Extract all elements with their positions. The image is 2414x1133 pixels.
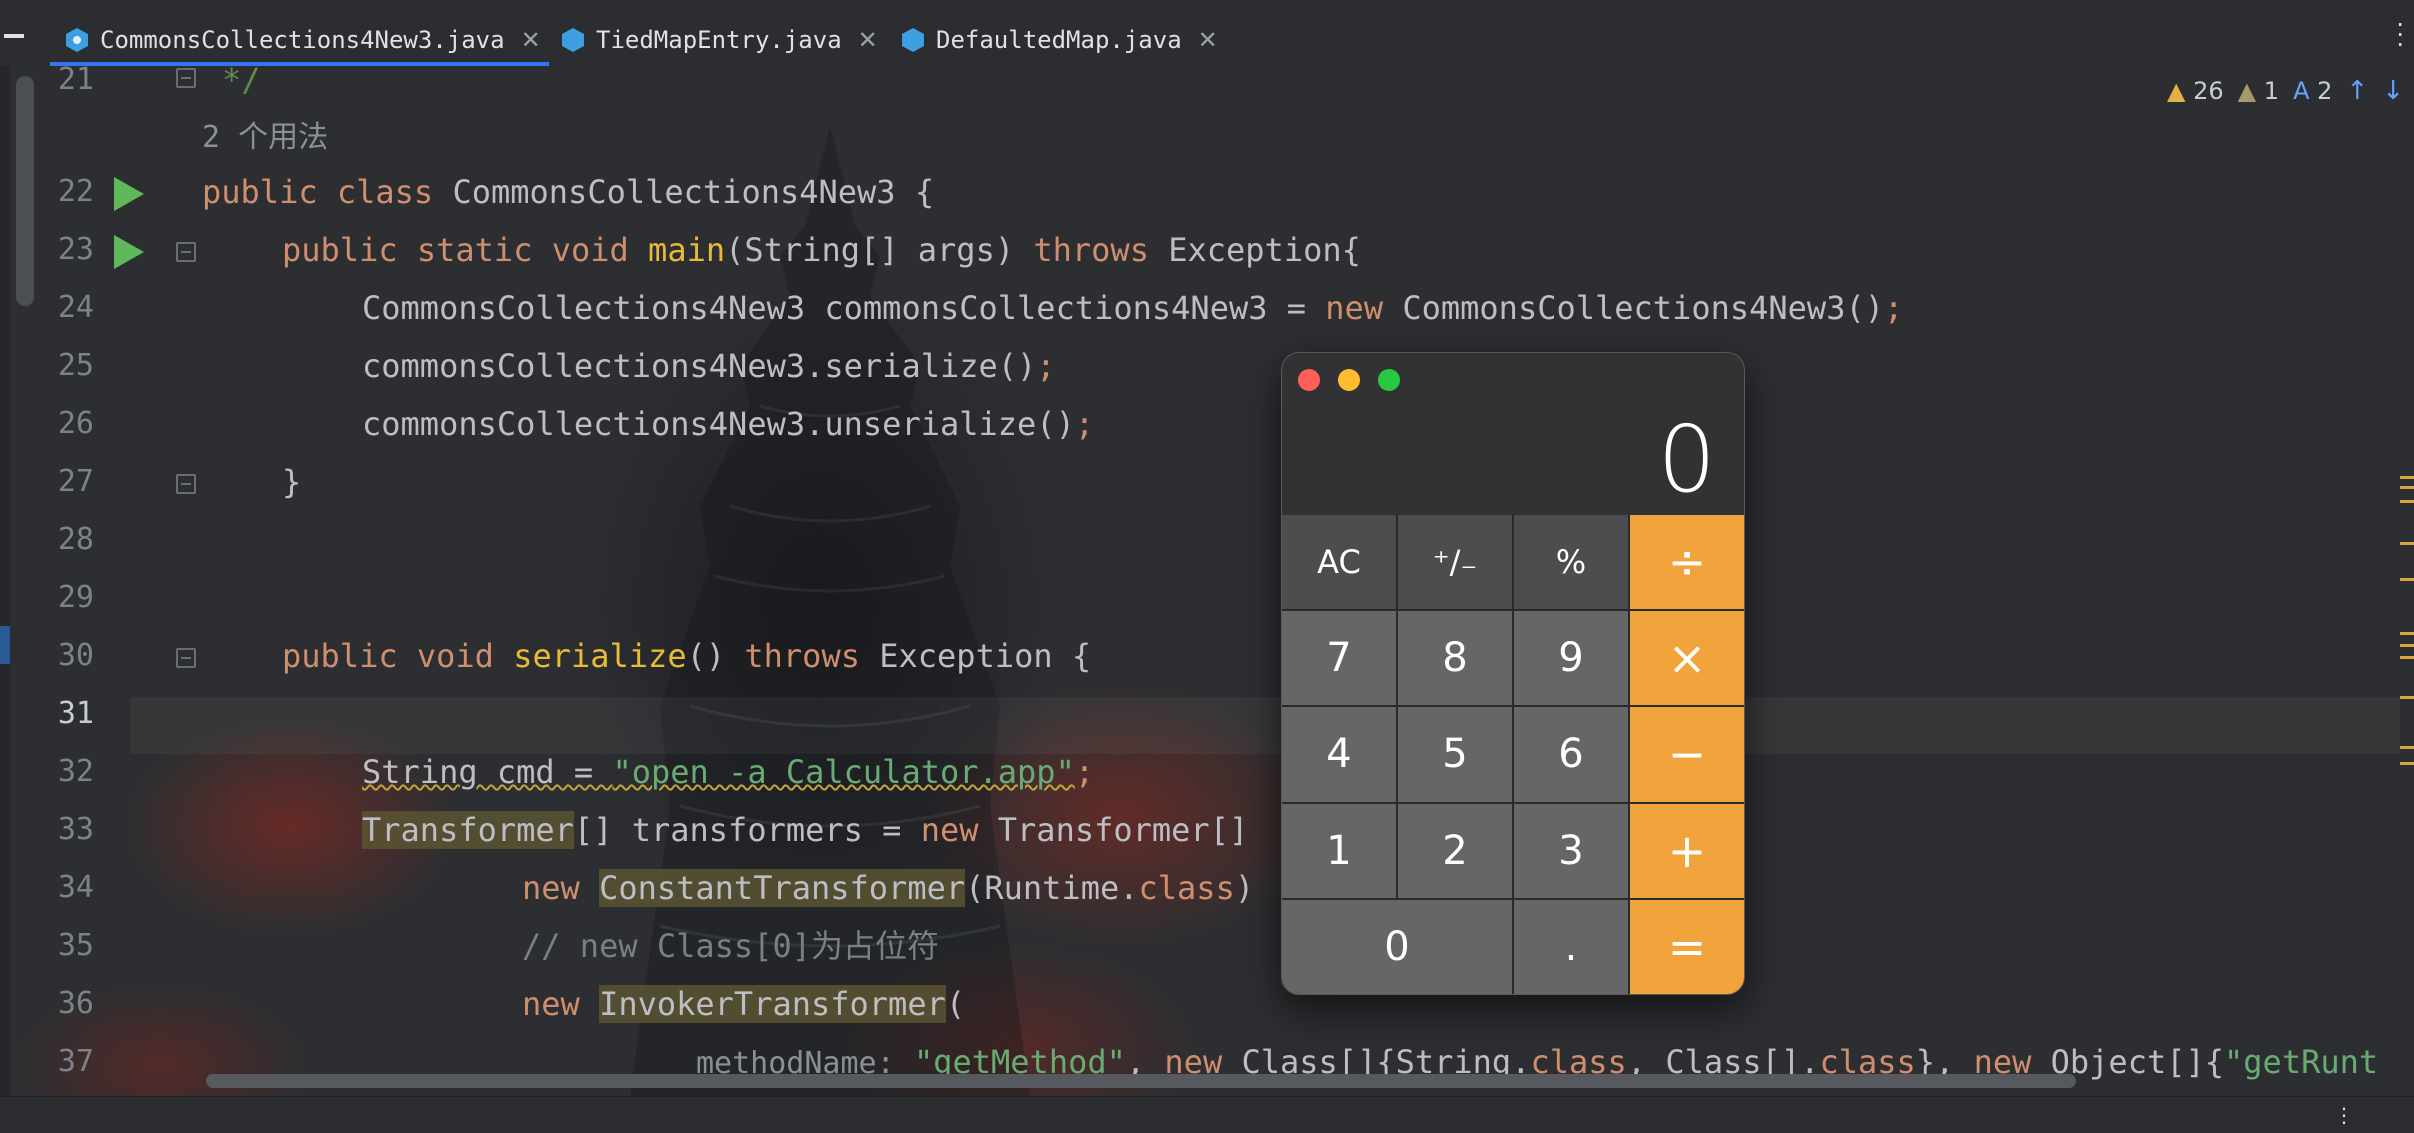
calculator-keypad: AC ⁺∕₋ % ÷ 7 8 9 × 4 5 6 − 1 2 3 + 0 . = (1282, 515, 1744, 994)
line-number: 36 (57, 986, 94, 1021)
code-line-30: public void serialize() throws Exception… (282, 637, 1092, 675)
code-line-22: public class CommonsCollections4New3 { (202, 173, 935, 211)
previous-highlight-arrow-icon[interactable]: ↑ (2346, 76, 2368, 106)
weak-warning-count[interactable]: ▲ 1 (2238, 77, 2279, 105)
digit-4-button[interactable]: 4 (1282, 707, 1396, 802)
run-class-icon[interactable] (114, 177, 144, 211)
line-number: 34 (57, 870, 94, 905)
code-line-34: new ConstantTransformer(Runtime.class) (522, 869, 1255, 907)
digit-9-button[interactable]: 9 (1514, 611, 1628, 706)
line-number: 32 (57, 754, 94, 789)
bookmark-marker (0, 626, 10, 664)
line-number: 23 (57, 232, 94, 267)
equals-button[interactable]: = (1630, 899, 1744, 994)
line-number: 24 (57, 290, 94, 325)
line-number: 22 (57, 174, 94, 209)
digit-2-button[interactable]: 2 (1398, 803, 1512, 898)
decimal-button[interactable]: . (1514, 899, 1628, 994)
usages-hint[interactable]: 2 个用法 (202, 118, 328, 158)
java-class-icon (902, 28, 924, 52)
code-line-35: // new Class[0]为占位符 (522, 927, 939, 965)
inspection-widget[interactable]: ▲ 26 ▲ 1 A 2 ↑ ↓ (2167, 76, 2404, 106)
code-line-25: commonsCollections4New3.serialize(); (362, 347, 1056, 385)
code-line-23: public static void main(String[] args) t… (282, 231, 1361, 269)
digit-1-button[interactable]: 1 (1282, 803, 1396, 898)
current-line-highlight (130, 697, 2400, 754)
error-stripe[interactable] (2400, 66, 2414, 1096)
warning-count[interactable]: ▲ 26 (2167, 77, 2224, 105)
code-line-32: String cmd = "open -a Calculator.app"; (362, 753, 1095, 791)
percent-button[interactable]: % (1514, 515, 1628, 610)
hide-panel-icon[interactable] (4, 34, 24, 38)
line-number: 31 (57, 696, 94, 731)
code-line-26: commonsCollections4New3.unserialize(); (362, 405, 1095, 443)
editor-tab-bar: CommonsCollections4New3.java ✕ TiedMapEn… (0, 0, 2414, 67)
tab-label: CommonsCollections4New3.java (100, 26, 505, 54)
divide-button[interactable]: ÷ (1630, 515, 1744, 610)
horizontal-scroll-thumb[interactable] (206, 1074, 2076, 1088)
typo-icon: A (2293, 77, 2310, 105)
tab-commonscollections4new3[interactable]: CommonsCollections4New3.java ✕ (50, 14, 549, 66)
left-tool-strip (0, 66, 10, 1096)
digit-7-button[interactable]: 7 (1282, 611, 1396, 706)
close-tab-icon[interactable]: ✕ (858, 26, 878, 54)
code-line-36: new InvokerTransformer( (522, 985, 966, 1023)
fold-icon[interactable] (176, 242, 196, 262)
warning-icon: ▲ (2167, 77, 2186, 105)
line-number: 37 (57, 1044, 94, 1079)
run-main-icon[interactable] (114, 235, 144, 269)
calculator-display: 0 (1657, 406, 1716, 513)
negate-button[interactable]: ⁺∕₋ (1398, 515, 1512, 610)
code-line-24: CommonsCollections4New3 commonsCollectio… (362, 289, 1904, 327)
add-button[interactable]: + (1630, 803, 1744, 898)
code-editor[interactable]: 21 22 23 24 25 26 27 28 29 30 31 32 33 3… (0, 66, 2414, 1096)
line-number: 28 (57, 522, 94, 557)
tab-label: TiedMapEntry.java (596, 26, 842, 54)
close-tab-icon[interactable]: ✕ (1198, 26, 1218, 54)
digit-5-button[interactable]: 5 (1398, 707, 1512, 802)
java-class-icon (66, 28, 88, 52)
line-number: 35 (57, 928, 94, 963)
weak-warning-icon: ▲ (2237, 77, 2257, 105)
close-tab-icon[interactable]: ✕ (521, 26, 541, 54)
java-class-icon (562, 28, 584, 52)
code-line-21: */ (222, 66, 261, 99)
code-line-33: Transformer[] transformers = new Transfo… (362, 811, 1249, 849)
digit-6-button[interactable]: 6 (1514, 707, 1628, 802)
line-number: 30 (57, 638, 94, 673)
tab-tiedmapentry[interactable]: TiedMapEntry.java ✕ (560, 14, 878, 66)
fold-icon[interactable] (176, 648, 196, 668)
line-number: 33 (57, 812, 94, 847)
line-number: 27 (57, 464, 94, 499)
digit-0-button[interactable]: 0 (1282, 899, 1512, 994)
digit-3-button[interactable]: 3 (1514, 803, 1628, 898)
clear-button[interactable]: AC (1282, 515, 1396, 610)
code-line-27: } (282, 463, 302, 501)
digit-8-button[interactable]: 8 (1398, 611, 1512, 706)
line-number: 29 (57, 580, 94, 615)
more-options-icon[interactable]: · · · (2396, 13, 2404, 57)
fold-icon[interactable] (176, 68, 196, 88)
line-number: 26 (57, 406, 94, 441)
tab-label: DefaultedMap.java (936, 26, 1182, 54)
status-more-icon[interactable]: ⋮ (2334, 1103, 2354, 1127)
minimize-window-button[interactable] (1338, 369, 1360, 391)
subtract-button[interactable]: − (1630, 707, 1744, 802)
close-window-button[interactable] (1298, 369, 1320, 391)
line-number: 21 (57, 66, 94, 97)
typo-count[interactable]: A 2 (2293, 77, 2332, 105)
multiply-button[interactable]: × (1630, 611, 1744, 706)
fold-icon[interactable] (176, 474, 196, 494)
calculator-window: 0 AC ⁺∕₋ % ÷ 7 8 9 × 4 5 6 − 1 2 3 + 0 .… (1281, 352, 1745, 995)
status-bar: ⋮ (0, 1096, 2414, 1133)
tab-defaultedmap[interactable]: DefaultedMap.java ✕ (900, 14, 1218, 66)
line-number: 25 (57, 348, 94, 383)
zoom-window-button[interactable] (1378, 369, 1400, 391)
